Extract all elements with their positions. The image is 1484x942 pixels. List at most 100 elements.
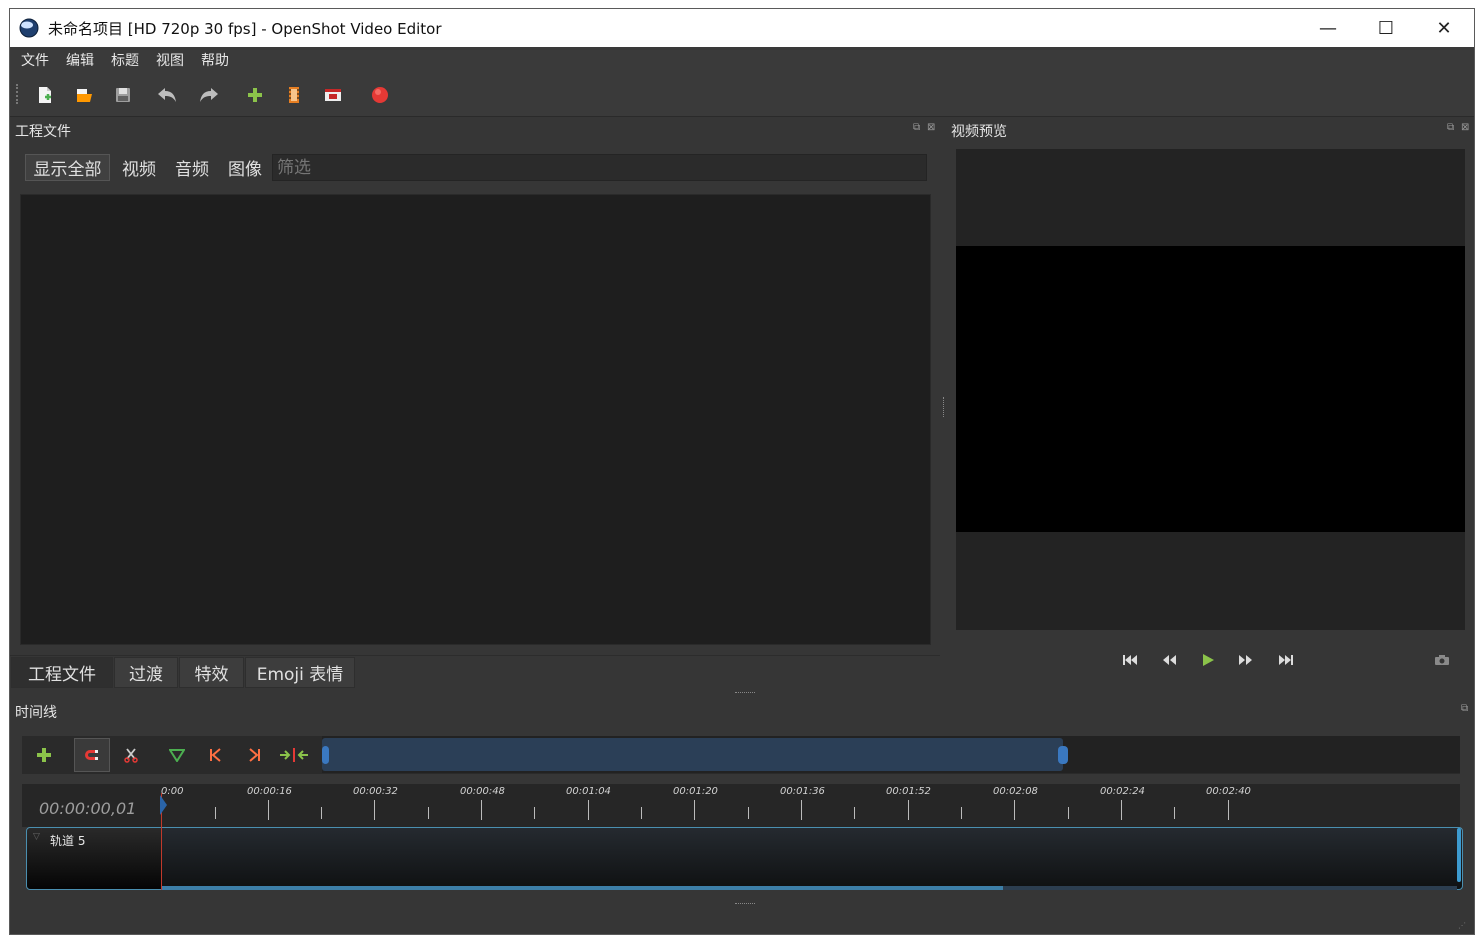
import-files-icon[interactable] — [244, 84, 266, 106]
tab-emojis[interactable]: Emoji 表情 — [245, 657, 355, 688]
ruler-minor-tick — [428, 807, 429, 819]
ruler-minor-tick — [1174, 807, 1175, 819]
menu-title[interactable]: 标题 — [111, 50, 139, 70]
ruler-label: 00:00:16 — [247, 786, 292, 797]
scissors-icon — [124, 748, 138, 763]
tab-project-files[interactable]: 工程文件 — [11, 657, 113, 688]
ruler-tick — [1014, 800, 1015, 820]
camera-icon — [1435, 655, 1449, 665]
close-button[interactable]: ✕ — [1415, 9, 1473, 47]
save-project-icon[interactable] — [112, 84, 134, 106]
resize-grip-icon[interactable]: ⋰ — [1458, 921, 1467, 930]
toolbar-grip[interactable] — [16, 84, 22, 104]
ruler-tick — [268, 800, 269, 820]
main-toolbar — [10, 72, 1474, 117]
menu-edit[interactable]: 编辑 — [66, 50, 94, 70]
filter-show-all-button[interactable]: 显示全部 — [25, 154, 110, 181]
ruler-tick — [801, 800, 802, 820]
ruler-minor-tick — [748, 807, 749, 819]
menu-help[interactable]: 帮助 — [201, 50, 229, 70]
ruler-minor-tick — [534, 807, 535, 819]
playhead-handle[interactable] — [160, 795, 167, 815]
snapping-toggle-button[interactable] — [74, 738, 110, 772]
track-vscroll[interactable] — [1457, 828, 1461, 882]
maximize-icon: ☐ — [1377, 17, 1395, 39]
track-row[interactable] — [26, 827, 1463, 890]
previous-marker-button[interactable] — [199, 739, 231, 771]
ruler-tick — [694, 800, 695, 820]
snapshot-button[interactable] — [1431, 651, 1453, 669]
filter-image-button[interactable]: 图像 — [222, 154, 268, 181]
ruler-minor-tick — [215, 807, 216, 819]
current-time-display: 00:00:00,01 — [39, 799, 137, 818]
ruler-tick — [908, 800, 909, 820]
filter-audio-button[interactable]: 音频 — [169, 154, 215, 181]
menu-bar: 文件 编辑 标题 视图 帮助 — [10, 47, 1474, 72]
previous-marker-icon — [210, 748, 221, 762]
play-button[interactable] — [1197, 651, 1219, 669]
track-name: 轨道 5 — [50, 834, 86, 848]
new-project-icon[interactable] — [34, 84, 56, 106]
jump-end-button[interactable] — [1275, 651, 1297, 669]
track-collapse-icon[interactable]: ▽ — [33, 832, 40, 842]
minimize-button[interactable]: — — [1299, 9, 1357, 47]
zoom-slider-range[interactable] — [322, 738, 1063, 771]
bottom-splitter[interactable] — [735, 903, 755, 907]
timeline-dock-title: 时间线 — [15, 705, 57, 721]
ruler-label: 00:02:40 — [1206, 786, 1251, 797]
timeline-hscroll-thumb[interactable] — [161, 886, 1003, 890]
zoom-slider-left-handle[interactable] — [322, 746, 329, 764]
openshot-window: 未命名项目 [HD 720p 30 fps] - OpenShot Video … — [9, 8, 1475, 935]
ruler-label: 00:01:52 — [886, 786, 931, 797]
tab-effects[interactable]: 特效 — [179, 657, 244, 688]
ruler-label: 00:01:20 — [673, 786, 718, 797]
ruler-minor-tick — [1068, 807, 1069, 819]
ruler-tick — [588, 800, 589, 820]
filter-video-button[interactable]: 视频 — [116, 154, 162, 181]
preview-float-icon[interactable]: ⧉ — [1447, 122, 1455, 133]
next-marker-icon — [249, 748, 260, 762]
project-files-list[interactable] — [20, 194, 931, 645]
export-video-icon[interactable] — [369, 84, 391, 106]
open-project-icon[interactable] — [73, 84, 95, 106]
razor-tool-button[interactable] — [115, 739, 147, 771]
center-playhead-icon — [280, 748, 308, 762]
maximize-button[interactable]: ☐ — [1357, 9, 1415, 47]
track-header[interactable] — [27, 828, 161, 889]
filter-input[interactable] — [272, 154, 927, 181]
zoom-slider-right-handle[interactable] — [1058, 746, 1068, 764]
ruler-tick — [1228, 800, 1229, 820]
ruler-minor-tick — [854, 807, 855, 819]
tab-divider — [10, 655, 940, 656]
preview-close-icon[interactable]: ⊠ — [1461, 122, 1470, 133]
close-icon: ✕ — [1436, 17, 1452, 39]
add-marker-button[interactable] — [161, 739, 193, 771]
ruler-label: 00:01:04 — [566, 786, 611, 797]
fullscreen-icon[interactable] — [322, 84, 344, 106]
center-timeline-button[interactable] — [278, 739, 310, 771]
undo-icon[interactable] — [156, 84, 178, 106]
tab-transitions[interactable]: 过渡 — [114, 657, 178, 688]
dock-close-icon[interactable]: ⊠ — [927, 122, 936, 133]
ruler-tick — [481, 800, 482, 820]
rewind-button[interactable] — [1158, 651, 1180, 669]
ruler-label: 00:01:36 — [780, 786, 825, 797]
vertical-splitter[interactable] — [943, 397, 947, 417]
magnet-icon — [85, 750, 98, 760]
jump-start-button[interactable] — [1119, 651, 1141, 669]
menu-view[interactable]: 视图 — [156, 50, 184, 70]
ruler-label: 00:00:32 — [353, 786, 398, 797]
menu-file[interactable]: 文件 — [21, 50, 49, 70]
profile-icon[interactable] — [283, 84, 305, 106]
ruler-tick — [374, 800, 375, 820]
redo-icon[interactable] — [198, 84, 220, 106]
horizontal-splitter[interactable] — [735, 692, 755, 696]
add-track-button[interactable] — [28, 739, 60, 771]
timeline-float-icon[interactable]: ⧉ — [1461, 703, 1469, 714]
ruler-minor-tick — [321, 807, 322, 819]
video-preview-dock-title: 视频预览 — [951, 124, 1007, 140]
ruler-tick — [1121, 800, 1122, 820]
fast-forward-button[interactable] — [1235, 651, 1257, 669]
dock-float-icon[interactable]: ⧉ — [913, 122, 921, 133]
next-marker-button[interactable] — [239, 739, 271, 771]
